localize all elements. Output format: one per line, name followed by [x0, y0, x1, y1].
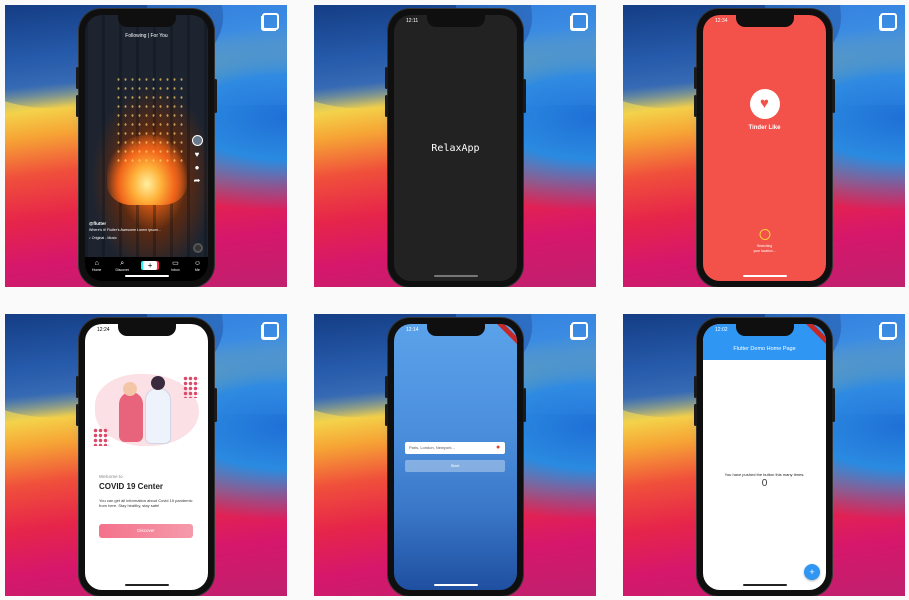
share-icon[interactable]: ➦: [194, 177, 201, 185]
page-title: COVID 19 Center: [99, 482, 164, 491]
heart-icon[interactable]: ♥: [195, 151, 200, 159]
gallery-tile-tinder[interactable]: 12:34 ♥ Tinder Like Searching your locat…: [623, 5, 905, 287]
heart-icon: ♥: [749, 89, 780, 119]
app-bar-title: Flutter Demo Home Page: [733, 346, 796, 352]
multiple-images-icon: [879, 322, 897, 340]
phone-mockup: 12:14 Paris, London, Newyork... ● Start: [385, 318, 526, 596]
feed-header[interactable]: Following | For You: [85, 33, 208, 39]
search-icon: ⌕: [120, 260, 125, 267]
tinder-screen: 12:34 ♥ Tinder Like Searching your locat…: [703, 15, 826, 281]
tab-create[interactable]: +: [143, 260, 158, 270]
gallery-tile-tiktok[interactable]: Following | For You ♥ ● ➦ @flutter Where…: [5, 5, 287, 287]
tab-me[interactable]: ☺ Me: [194, 260, 201, 272]
home-indicator: [124, 584, 169, 586]
intro-paragraph: You can get all information about Covid …: [99, 498, 193, 509]
multiple-images-icon: [261, 13, 279, 31]
home-indicator: [124, 275, 169, 277]
start-button[interactable]: Start: [405, 460, 505, 472]
app-title: RelaxApp: [431, 143, 480, 154]
gallery-tile-counter[interactable]: 12:02 Flutter Demo Home Page You have pu…: [623, 314, 905, 596]
home-indicator: [742, 584, 787, 586]
avatar[interactable]: [191, 135, 203, 146]
tab-home[interactable]: ⌂ Home: [92, 260, 101, 272]
music-label[interactable]: ♪ Original - Music: [89, 236, 184, 240]
city-search-input[interactable]: Paris, London, Newyork... ●: [405, 442, 505, 454]
plus-icon: +: [143, 261, 158, 270]
caption-user[interactable]: @flutter: [89, 221, 184, 226]
tab-inbox[interactable]: ▭ Inbox: [171, 260, 180, 272]
phone-mockup: 12:34 ♥ Tinder Like Searching your locat…: [694, 9, 835, 287]
gallery-grid: Following | For You ♥ ● ➦ @flutter Where…: [0, 0, 909, 600]
multiple-images-icon: [261, 322, 279, 340]
counter-message: You have pushed the button this many tim…: [724, 472, 805, 477]
phone-mockup: 12:24 Welcome to COVID 19 Center You can…: [76, 318, 217, 596]
discover-button[interactable]: Discover: [99, 524, 193, 538]
phone-mockup: 12:02 Flutter Demo Home Page You have pu…: [694, 318, 835, 596]
location-pin-icon[interactable]: ●: [496, 444, 502, 451]
home-indicator: [742, 275, 787, 277]
weather-screen: 12:14 Paris, London, Newyork... ● Start: [394, 324, 517, 590]
app-title: Tinder Like: [748, 125, 781, 131]
home-indicator: [433, 275, 478, 277]
counter-screen: 12:02 Flutter Demo Home Page You have pu…: [703, 324, 826, 590]
gallery-tile-weather[interactable]: 12:14 Paris, London, Newyork... ● Start: [314, 314, 596, 596]
tiktok-screen: Following | For You ♥ ● ➦ @flutter Where…: [85, 15, 208, 281]
status-time: 12:24: [97, 327, 110, 333]
multiple-images-icon: [570, 13, 588, 31]
status-time: 12:14: [406, 327, 419, 333]
covid-screen: 12:24 Welcome to COVID 19 Center You can…: [85, 324, 208, 590]
home-indicator: [433, 584, 478, 586]
counter-value: 0: [761, 478, 768, 489]
caption-description: Where's it! Flutter's Awesome Lorem ipsu…: [89, 228, 161, 232]
profile-icon: ☺: [193, 260, 201, 267]
tab-discover[interactable]: ⌕ Discover: [115, 260, 129, 272]
home-icon: ⌂: [94, 260, 99, 267]
gallery-tile-relaxapp[interactable]: 12:11 RelaxApp: [314, 5, 596, 287]
debug-banner: [497, 324, 517, 345]
multiple-images-icon: [570, 322, 588, 340]
status-text: Searching your location...: [753, 244, 776, 253]
phone-mockup: 12:11 RelaxApp: [385, 9, 526, 287]
video-caption: @flutter Where's it! Flutter's Awesome L…: [89, 221, 184, 240]
phone-mockup: Following | For You ♥ ● ➦ @flutter Where…: [76, 9, 217, 287]
status-time: 12:34: [715, 18, 728, 24]
comment-icon[interactable]: ●: [195, 164, 200, 172]
status-time: 12:11: [406, 18, 419, 24]
relaxapp-screen: 12:11 RelaxApp: [394, 15, 517, 281]
loading-spinner-icon: [759, 229, 770, 240]
bottom-tab-bar: ⌂ Home ⌕ Discover + ▭ Inbox ☺ Me: [85, 257, 208, 281]
status-time: 12:02: [715, 327, 728, 333]
doctor-illustration: [91, 364, 203, 456]
action-column: ♥ ● ➦: [190, 135, 204, 185]
gallery-tile-covid[interactable]: 12:24 Welcome to COVID 19 Center You can…: [5, 314, 287, 596]
music-disc-icon[interactable]: [193, 243, 203, 253]
multiple-images-icon: [879, 13, 897, 31]
welcome-label: Welcome to: [99, 474, 123, 479]
increment-button[interactable]: +: [804, 564, 820, 580]
inbox-icon: ▭: [172, 260, 179, 267]
